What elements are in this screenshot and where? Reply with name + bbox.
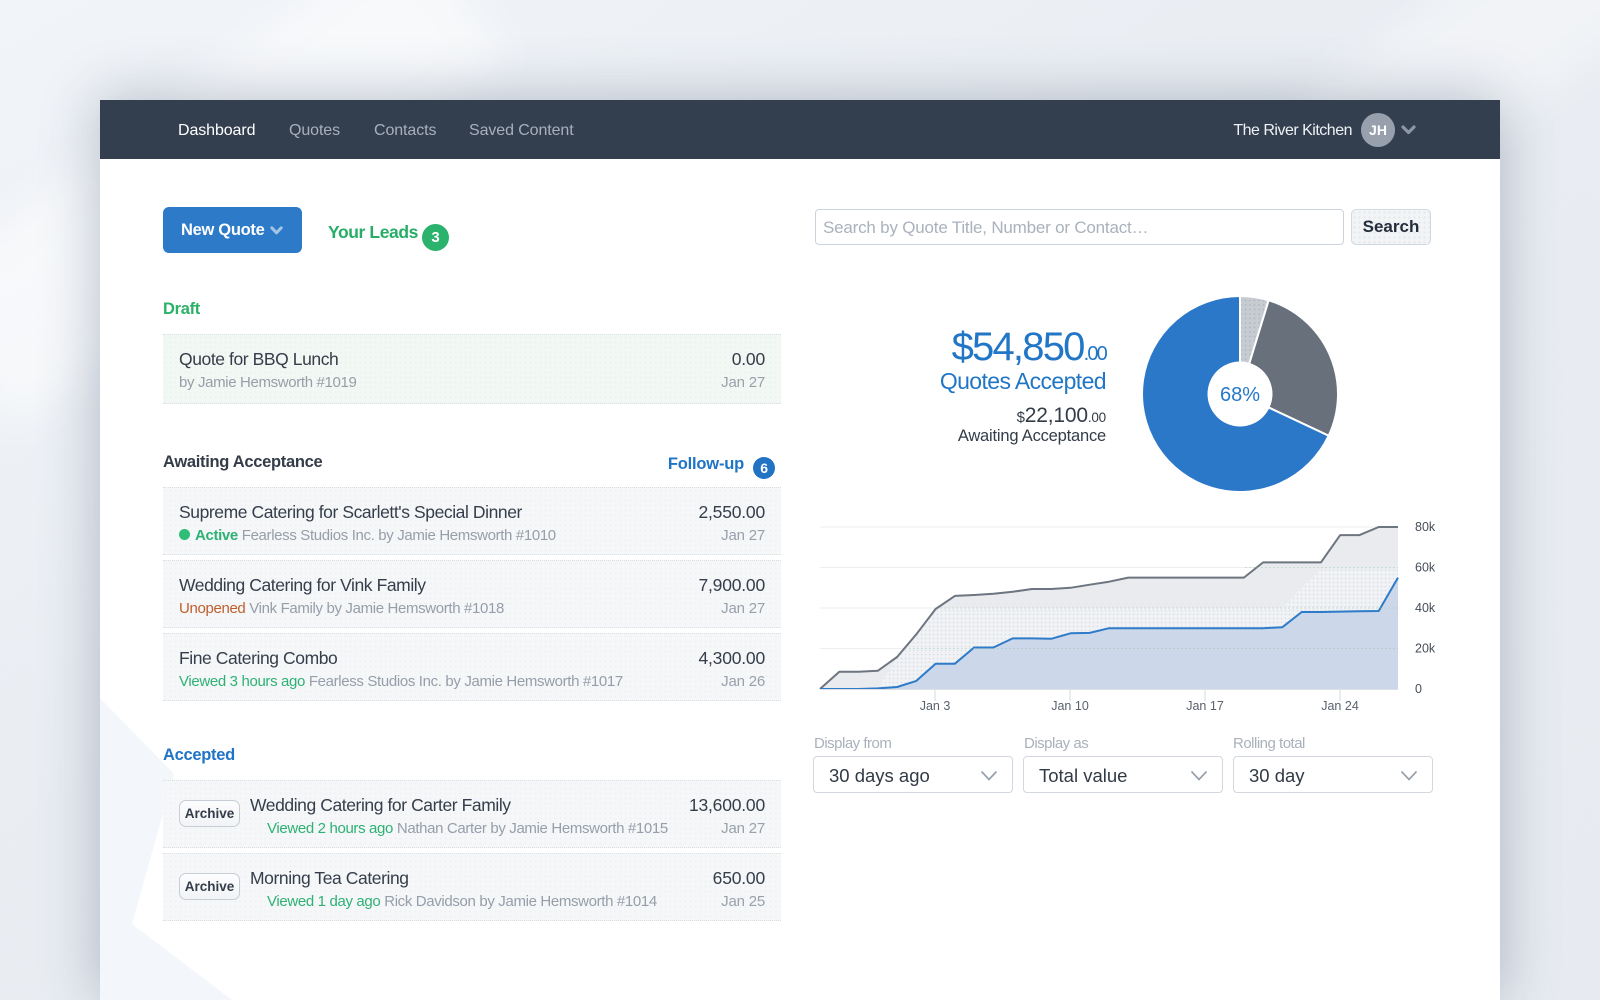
svg-text:20k: 20k: [1415, 642, 1436, 656]
svg-text:40k: 40k: [1415, 601, 1436, 615]
svg-text:68%: 68%: [1220, 384, 1260, 406]
svg-text:Jan 3: Jan 3: [920, 699, 951, 713]
svg-text:Jan 17: Jan 17: [1186, 699, 1224, 713]
svg-text:0: 0: [1415, 682, 1422, 696]
svg-text:80k: 80k: [1415, 520, 1436, 534]
svg-text:Jan 24: Jan 24: [1321, 699, 1359, 713]
svg-text:60k: 60k: [1415, 561, 1436, 575]
svg-text:Jan 10: Jan 10: [1051, 699, 1089, 713]
